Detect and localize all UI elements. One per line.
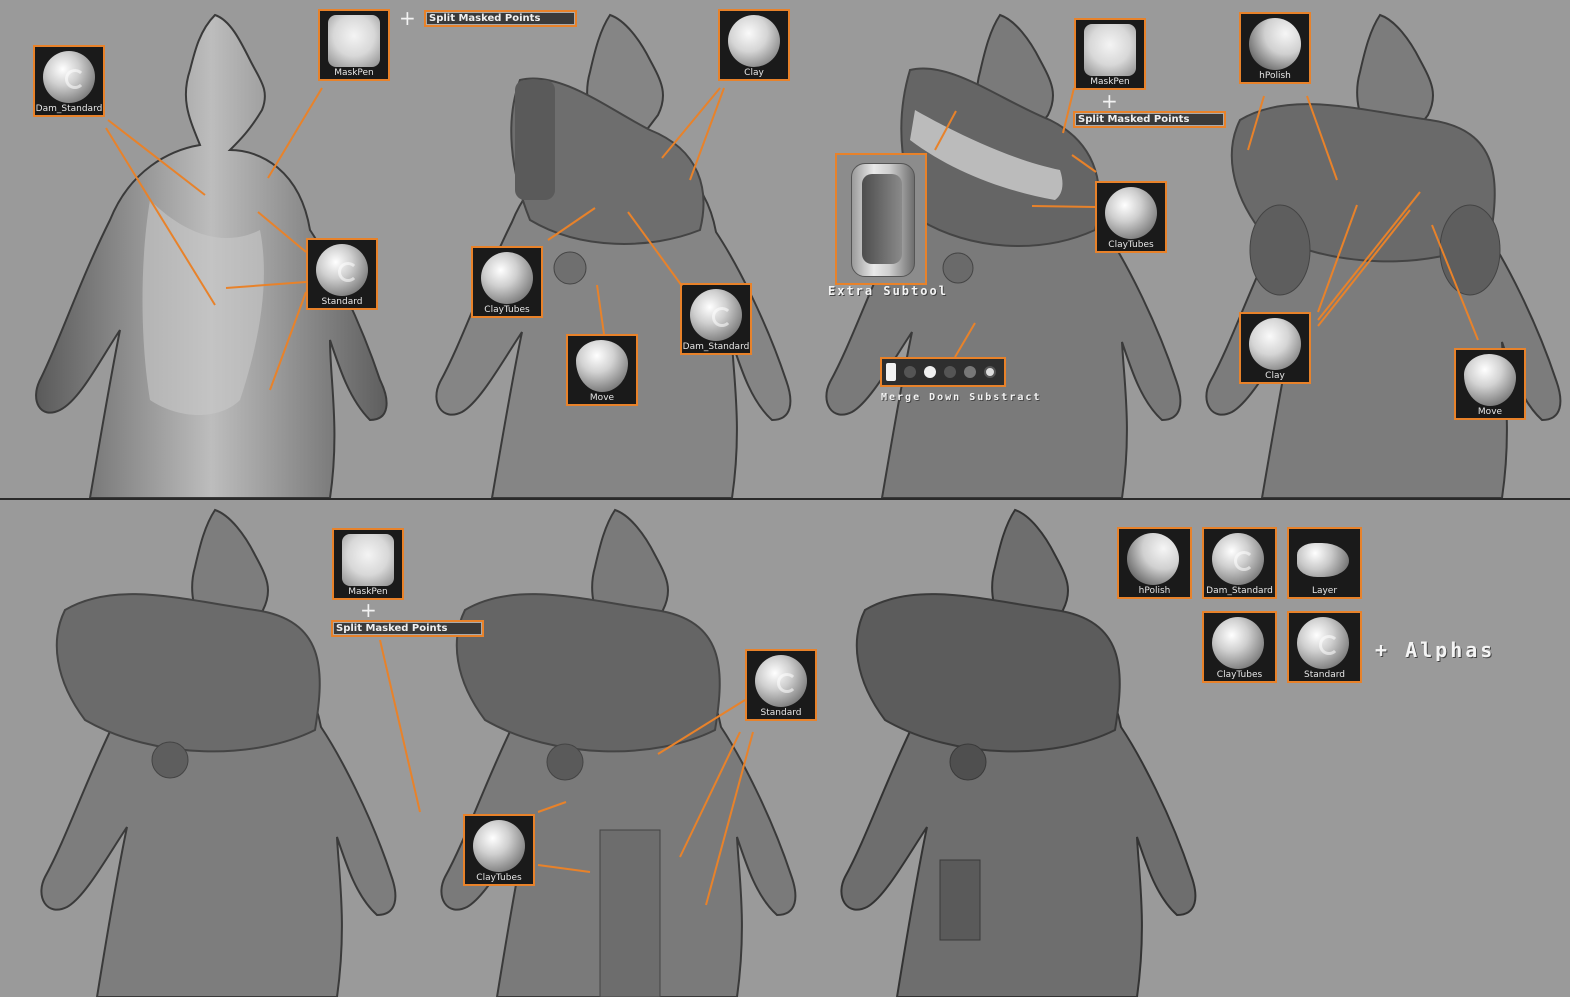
brush-standard[interactable]: Standard (745, 649, 817, 721)
subtool-shape-icon (851, 163, 915, 277)
brush-thumbnail-icon (1105, 187, 1157, 239)
brush-claytubes[interactable]: ClayTubes (1202, 611, 1277, 683)
merge-down-caption: Merge Down Substract (881, 392, 1042, 403)
merge-icon (944, 366, 956, 378)
brush-label: ClayTubes (1108, 240, 1154, 250)
brush-label: Layer (1311, 586, 1338, 596)
brush-thumbnail-icon (481, 252, 533, 304)
brush-thumbnail-icon (1249, 18, 1301, 70)
brush-label: Standard (1304, 670, 1345, 680)
brush-label: MaskPen (334, 68, 374, 78)
brush-thumbnail-icon (1249, 318, 1301, 370)
brush-thumbnail-icon (1212, 617, 1264, 669)
brush-thumbnail-icon (576, 340, 628, 392)
brush-thumbnail-icon (342, 534, 394, 586)
merge-icon (924, 366, 936, 378)
brush-label: Dam_Standard (682, 342, 750, 352)
brush-clay[interactable]: Clay (1239, 312, 1311, 384)
brush-clay[interactable]: Clay (718, 9, 790, 81)
brush-thumbnail-icon (316, 244, 368, 296)
alphas-caption: + Alphas (1375, 638, 1496, 662)
brush-thumbnail-icon (728, 15, 780, 67)
brush-thumbnail-icon (1127, 533, 1179, 585)
brush-hpolish[interactable]: hPolish (1117, 527, 1192, 599)
brush-thumbnail-icon (1084, 24, 1136, 76)
brush-hpolish[interactable]: hPolish (1239, 12, 1311, 84)
brush-claytubes[interactable]: ClayTubes (1095, 181, 1167, 253)
brush-dam-standard[interactable]: Dam_Standard (680, 283, 752, 355)
brush-label: Move (1477, 407, 1503, 417)
extra-subtool-preview (835, 153, 927, 285)
brush-thumbnail-icon (43, 51, 95, 103)
merge-icon (904, 366, 916, 378)
subtract-icon (886, 363, 896, 381)
brush-dam-standard[interactable]: Dam_Standard (1202, 527, 1277, 599)
merge-down-subtract-bar[interactable] (880, 357, 1006, 387)
sculpt-stage-6 (400, 500, 820, 997)
brush-thumbnail-icon (328, 15, 380, 67)
brush-label: ClayTubes (1216, 670, 1263, 680)
brush-stroke-icon (964, 366, 976, 378)
split-masked-points-button[interactable]: Split Masked Points (331, 620, 484, 637)
brush-thumbnail-icon (473, 820, 525, 872)
brush-dam-standard[interactable]: Dam_Standard (33, 45, 105, 117)
plus-sign: + (360, 598, 377, 622)
brush-standard[interactable]: Standard (306, 238, 378, 310)
split-masked-points-button[interactable]: Split Masked Points (424, 10, 577, 27)
brush-label: ClayTubes (476, 873, 522, 883)
brush-standard[interactable]: Standard (1287, 611, 1362, 683)
brush-maskpen[interactable]: MaskPen (332, 528, 404, 600)
brush-claytubes[interactable]: ClayTubes (471, 246, 543, 318)
brush-label: hPolish (1259, 71, 1291, 81)
brush-label: Dam_Standard (35, 104, 103, 114)
brush-maskpen[interactable]: MaskPen (1074, 18, 1146, 90)
bottom-panel: MaskPen + Split Masked Points Standard C… (0, 500, 1570, 997)
brush-move[interactable]: Move (1454, 348, 1526, 420)
extra-subtool-caption: Extra Subtool (828, 284, 948, 298)
brush-maskpen[interactable]: MaskPen (318, 9, 390, 81)
brush-label: Clay (744, 68, 764, 78)
brush-label: Standard (760, 708, 802, 718)
eye-icon (984, 366, 996, 378)
brush-thumbnail-icon (1464, 354, 1516, 406)
brush-label: hPolish (1138, 586, 1171, 596)
brush-thumbnail-icon (1212, 533, 1264, 585)
brush-label: ClayTubes (484, 305, 530, 315)
brush-label: Dam_Standard (1206, 586, 1273, 596)
brush-thumbnail-icon (1297, 617, 1349, 669)
brush-label: Clay (1265, 371, 1285, 381)
brush-label: MaskPen (348, 587, 388, 597)
plus-sign: + (399, 6, 416, 30)
brush-move[interactable]: Move (566, 334, 638, 406)
split-masked-points-button[interactable]: Split Masked Points (1073, 111, 1226, 128)
brush-thumbnail-icon (690, 289, 742, 341)
brush-label: Move (589, 393, 615, 403)
brush-layer[interactable]: Layer (1287, 527, 1362, 599)
brush-label: MaskPen (1090, 77, 1130, 87)
top-panel: Dam_Standard MaskPen + Split Masked Poin… (0, 0, 1570, 498)
brush-label: Standard (321, 297, 363, 307)
brush-claytubes[interactable]: ClayTubes (463, 814, 535, 886)
plus-sign: + (1101, 89, 1118, 113)
brush-thumbnail-icon (1297, 543, 1349, 577)
brush-thumbnail-icon (755, 655, 807, 707)
